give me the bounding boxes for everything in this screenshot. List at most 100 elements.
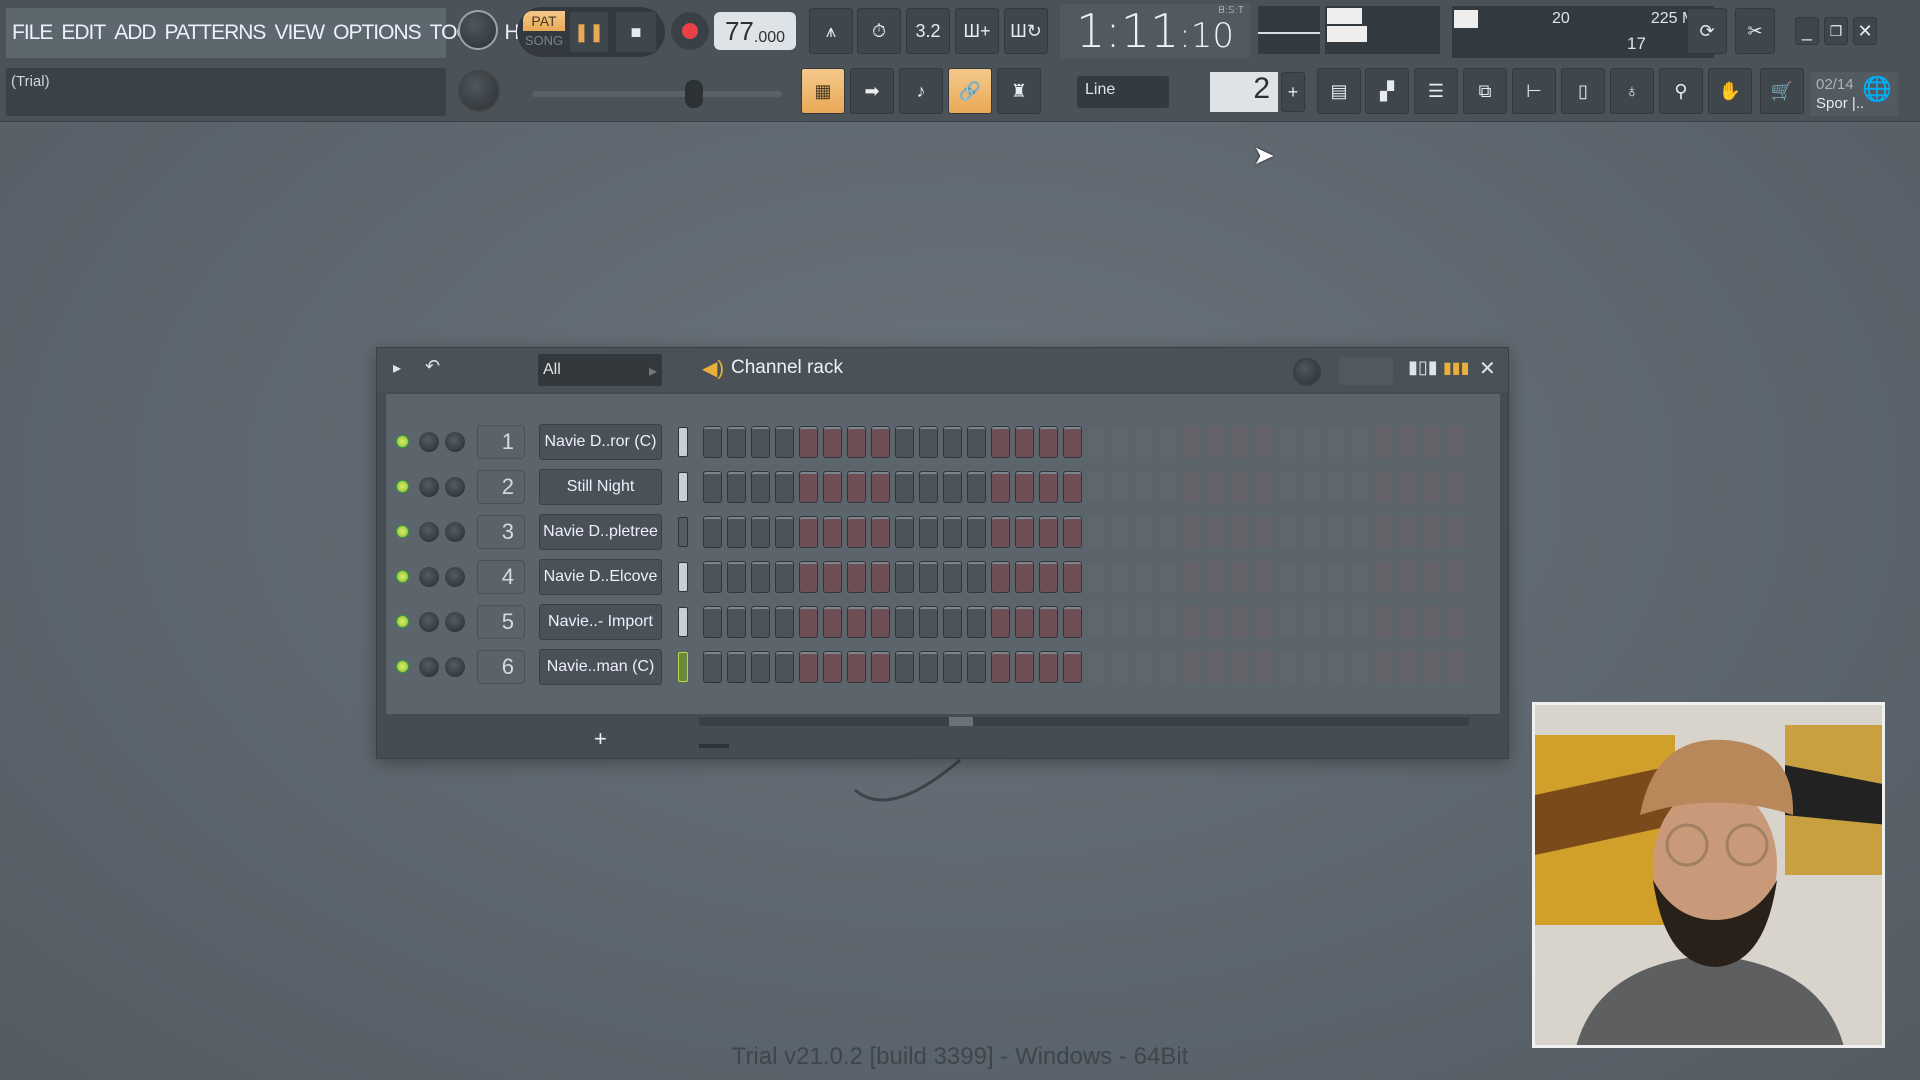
step-button[interactable] xyxy=(775,516,794,548)
step-button[interactable] xyxy=(1279,561,1298,593)
step-button[interactable] xyxy=(1135,426,1154,458)
volume-knob[interactable] xyxy=(445,522,465,542)
step-button[interactable] xyxy=(1327,516,1346,548)
step-button[interactable] xyxy=(1039,651,1058,683)
step-button[interactable] xyxy=(1183,516,1202,548)
step-button[interactable] xyxy=(1183,651,1202,683)
step-button[interactable] xyxy=(943,426,962,458)
step-button[interactable] xyxy=(895,561,914,593)
step-button[interactable] xyxy=(1399,426,1418,458)
horizontal-scrollbar[interactable] xyxy=(699,717,1469,726)
step-count-display[interactable] xyxy=(1339,357,1393,385)
step-button[interactable] xyxy=(1423,516,1442,548)
pan-knob[interactable] xyxy=(419,612,439,632)
step-button[interactable] xyxy=(1015,561,1034,593)
step-button[interactable] xyxy=(847,606,866,638)
step-button[interactable] xyxy=(1087,651,1106,683)
step-button[interactable] xyxy=(1279,516,1298,548)
step-button[interactable] xyxy=(1303,606,1322,638)
mute-led[interactable] xyxy=(396,660,409,673)
step-button[interactable] xyxy=(823,651,842,683)
mute-led[interactable] xyxy=(396,435,409,448)
channel-name-button[interactable]: Navie D..pletree xyxy=(539,514,662,550)
step-button[interactable] xyxy=(1015,471,1034,503)
link-controllers-button[interactable]: 🔗 xyxy=(948,68,992,114)
step-button[interactable] xyxy=(1375,606,1394,638)
step-button[interactable] xyxy=(1039,426,1058,458)
step-button[interactable] xyxy=(1111,606,1130,638)
tutorial-button[interactable]: ⚲ xyxy=(1659,68,1703,114)
step-button[interactable] xyxy=(1447,606,1466,638)
step-button[interactable] xyxy=(703,471,722,503)
step-button[interactable] xyxy=(1327,561,1346,593)
volume-knob[interactable] xyxy=(445,477,465,497)
channel-name-button[interactable]: Navie..- Import xyxy=(539,604,662,640)
news-panel[interactable]: 02/14 Spor |.. 🌐 xyxy=(1810,72,1898,116)
step-button[interactable] xyxy=(1207,471,1226,503)
step-button[interactable] xyxy=(1159,651,1178,683)
step-button[interactable] xyxy=(1399,516,1418,548)
step-button[interactable] xyxy=(1231,471,1250,503)
slider-handle[interactable] xyxy=(685,80,703,108)
step-button[interactable] xyxy=(1399,651,1418,683)
step-button[interactable] xyxy=(967,651,986,683)
play-pause-button[interactable]: ❚❚ xyxy=(569,11,609,53)
stop-button[interactable]: ■ xyxy=(615,11,657,53)
step-button[interactable] xyxy=(1135,651,1154,683)
step-button[interactable] xyxy=(1015,516,1034,548)
step-button[interactable] xyxy=(967,426,986,458)
metronome-button[interactable]: ⩚ xyxy=(809,8,853,54)
master-pitch-slider[interactable] xyxy=(532,91,782,97)
step-button[interactable] xyxy=(1231,561,1250,593)
step-button[interactable] xyxy=(799,426,818,458)
step-button[interactable] xyxy=(1063,561,1082,593)
step-button[interactable] xyxy=(1063,606,1082,638)
step-button[interactable] xyxy=(1039,561,1058,593)
step-button[interactable] xyxy=(1207,426,1226,458)
step-button[interactable] xyxy=(1063,471,1082,503)
step-button[interactable] xyxy=(847,516,866,548)
step-button[interactable] xyxy=(967,606,986,638)
record-button[interactable] xyxy=(671,12,709,50)
step-button[interactable] xyxy=(1039,471,1058,503)
step-button[interactable] xyxy=(1351,471,1370,503)
step-button[interactable] xyxy=(1255,471,1274,503)
step-button[interactable] xyxy=(967,471,986,503)
step-button[interactable] xyxy=(1255,516,1274,548)
step-button[interactable] xyxy=(1375,561,1394,593)
step-button[interactable] xyxy=(1183,471,1202,503)
step-button[interactable] xyxy=(703,426,722,458)
overdub-button[interactable]: Ш+ xyxy=(955,8,999,54)
step-button[interactable] xyxy=(1207,516,1226,548)
step-button[interactable] xyxy=(1255,606,1274,638)
typing-keyboard-button[interactable]: ▦ xyxy=(801,68,845,114)
volume-knob[interactable] xyxy=(445,432,465,452)
step-button[interactable] xyxy=(919,651,938,683)
song-position-display[interactable]: 1:11:10 B:S:T xyxy=(1060,4,1250,58)
menu-patterns[interactable]: PATTERNS xyxy=(165,21,267,45)
step-button[interactable] xyxy=(727,606,746,638)
step-button[interactable] xyxy=(895,426,914,458)
step-button[interactable] xyxy=(1015,426,1034,458)
blend-notes-button[interactable]: ♪ xyxy=(899,68,943,114)
step-button[interactable] xyxy=(919,606,938,638)
pan-knob[interactable] xyxy=(419,657,439,677)
step-button[interactable] xyxy=(775,426,794,458)
step-button[interactable] xyxy=(1255,651,1274,683)
step-button[interactable] xyxy=(1159,561,1178,593)
step-button[interactable] xyxy=(1207,651,1226,683)
channel-name-button[interactable]: Navie D..ror (C) xyxy=(539,424,662,460)
step-button[interactable] xyxy=(991,606,1010,638)
step-button[interactable] xyxy=(1255,561,1274,593)
step-button[interactable] xyxy=(775,606,794,638)
step-button[interactable] xyxy=(1231,426,1250,458)
maximize-button[interactable]: ❐ xyxy=(1824,17,1848,45)
channel-name-button[interactable]: Navie D..Elcove xyxy=(539,559,662,595)
step-button[interactable] xyxy=(1279,426,1298,458)
step-button[interactable] xyxy=(823,471,842,503)
step-button[interactable] xyxy=(727,561,746,593)
step-button[interactable] xyxy=(991,561,1010,593)
wait-for-input-button[interactable]: ⏱ xyxy=(857,8,901,54)
channel-rack-button[interactable]: ☰ xyxy=(1414,68,1458,114)
pan-knob[interactable] xyxy=(419,432,439,452)
